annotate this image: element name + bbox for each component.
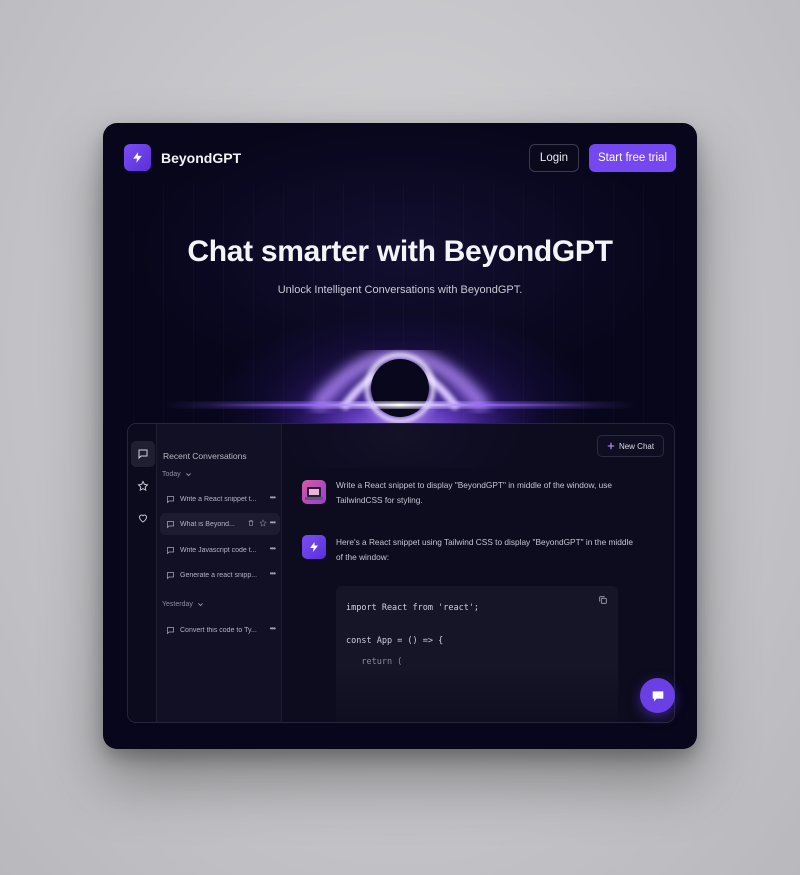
code-fade-overlay: [336, 666, 618, 722]
chat-support-button[interactable]: [640, 678, 675, 713]
plus-icon: [607, 442, 615, 450]
bot-message: Here's a React snippet using Tailwind CS…: [336, 537, 633, 562]
brand-logo[interactable]: [124, 144, 151, 171]
hero-subtitle: Unlock Intelligent Conversations with Be…: [277, 284, 523, 296]
more-options-icon[interactable]: •••: [270, 518, 276, 527]
conversation-item[interactable]: Write Javascript code t... •••: [160, 539, 280, 561]
hero-title: Chat smarter with BeyondGPT: [187, 235, 613, 268]
group-yesterday[interactable]: Yesterday: [162, 601, 204, 608]
chevron-down-icon: [185, 473, 191, 477]
rail-starred-button[interactable]: [131, 473, 155, 499]
code-line: import React from 'react';: [346, 603, 480, 613]
rail-favorites-button[interactable]: [131, 505, 155, 531]
conversation-item[interactable]: Convert this code to Ty... •••: [160, 619, 280, 641]
copy-icon[interactable]: [598, 595, 608, 605]
new-chat-label: New Chat: [618, 441, 655, 451]
conversation-title: Write a React snippet t...: [180, 495, 257, 503]
code-block: import React from 'react'; const App = (…: [336, 586, 618, 722]
chevron-down-icon: [197, 603, 203, 607]
conversation-title: Convert this code to Ty...: [180, 626, 257, 634]
trash-icon[interactable]: [247, 519, 255, 527]
landing-card: BeyondGPT Login Start free trial Chat sm…: [103, 123, 697, 749]
more-options-icon[interactable]: •••: [270, 624, 276, 633]
chat-bubble-icon: [167, 520, 174, 528]
more-options-icon[interactable]: •••: [270, 544, 276, 553]
lightning-icon: [310, 542, 318, 552]
conversation-item[interactable]: Write a React snippet t... •••: [160, 488, 280, 510]
star-icon: [137, 480, 149, 492]
more-options-icon[interactable]: •••: [270, 569, 276, 578]
brand-name[interactable]: BeyondGPT: [161, 150, 241, 166]
chat-area: New Chat Write a React snippet to displa…: [282, 424, 674, 722]
recent-conversations-panel: Recent Conversations Today Write a React…: [157, 424, 282, 722]
more-options-icon[interactable]: •••: [270, 493, 276, 502]
conversation-title: What is Beyond...: [180, 520, 235, 528]
bot-avatar: [302, 535, 326, 559]
new-chat-button[interactable]: New Chat: [597, 435, 664, 457]
group-yesterday-label: Yesterday: [162, 601, 193, 608]
user-avatar: [302, 480, 326, 504]
recent-conversations-heading: Recent Conversations: [163, 451, 247, 461]
group-today-label: Today: [162, 471, 181, 478]
chat-bubble-icon: [652, 690, 663, 701]
chat-bubble-icon: [138, 449, 148, 460]
group-today[interactable]: Today: [162, 471, 192, 478]
user-message: Write a React snippet to display "Beyond…: [336, 480, 612, 505]
login-button[interactable]: Login: [529, 144, 579, 172]
chat-app-preview: Recent Conversations Today Write a React…: [127, 423, 675, 723]
conversation-title: Write Javascript code t...: [180, 546, 257, 554]
chat-bubble-icon: [167, 546, 174, 554]
chat-bubble-icon: [167, 571, 174, 579]
start-free-trial-button[interactable]: Start free trial: [589, 144, 676, 172]
icon-rail: [128, 424, 157, 722]
heart-icon: [138, 514, 148, 523]
conversation-item-active[interactable]: What is Beyond... •••: [160, 513, 280, 535]
chat-bubble-icon: [167, 626, 174, 634]
user-avatar-image: [305, 487, 323, 500]
star-icon[interactable]: [259, 519, 267, 527]
chat-bubble-icon: [167, 495, 174, 503]
conversation-item[interactable]: Generate a react snipp... •••: [160, 564, 280, 586]
rail-chat-button[interactable]: [131, 441, 155, 467]
code-line: const App = () => {: [346, 636, 444, 646]
conversation-title: Generate a react snipp...: [180, 571, 258, 579]
lightning-icon: [133, 152, 142, 163]
